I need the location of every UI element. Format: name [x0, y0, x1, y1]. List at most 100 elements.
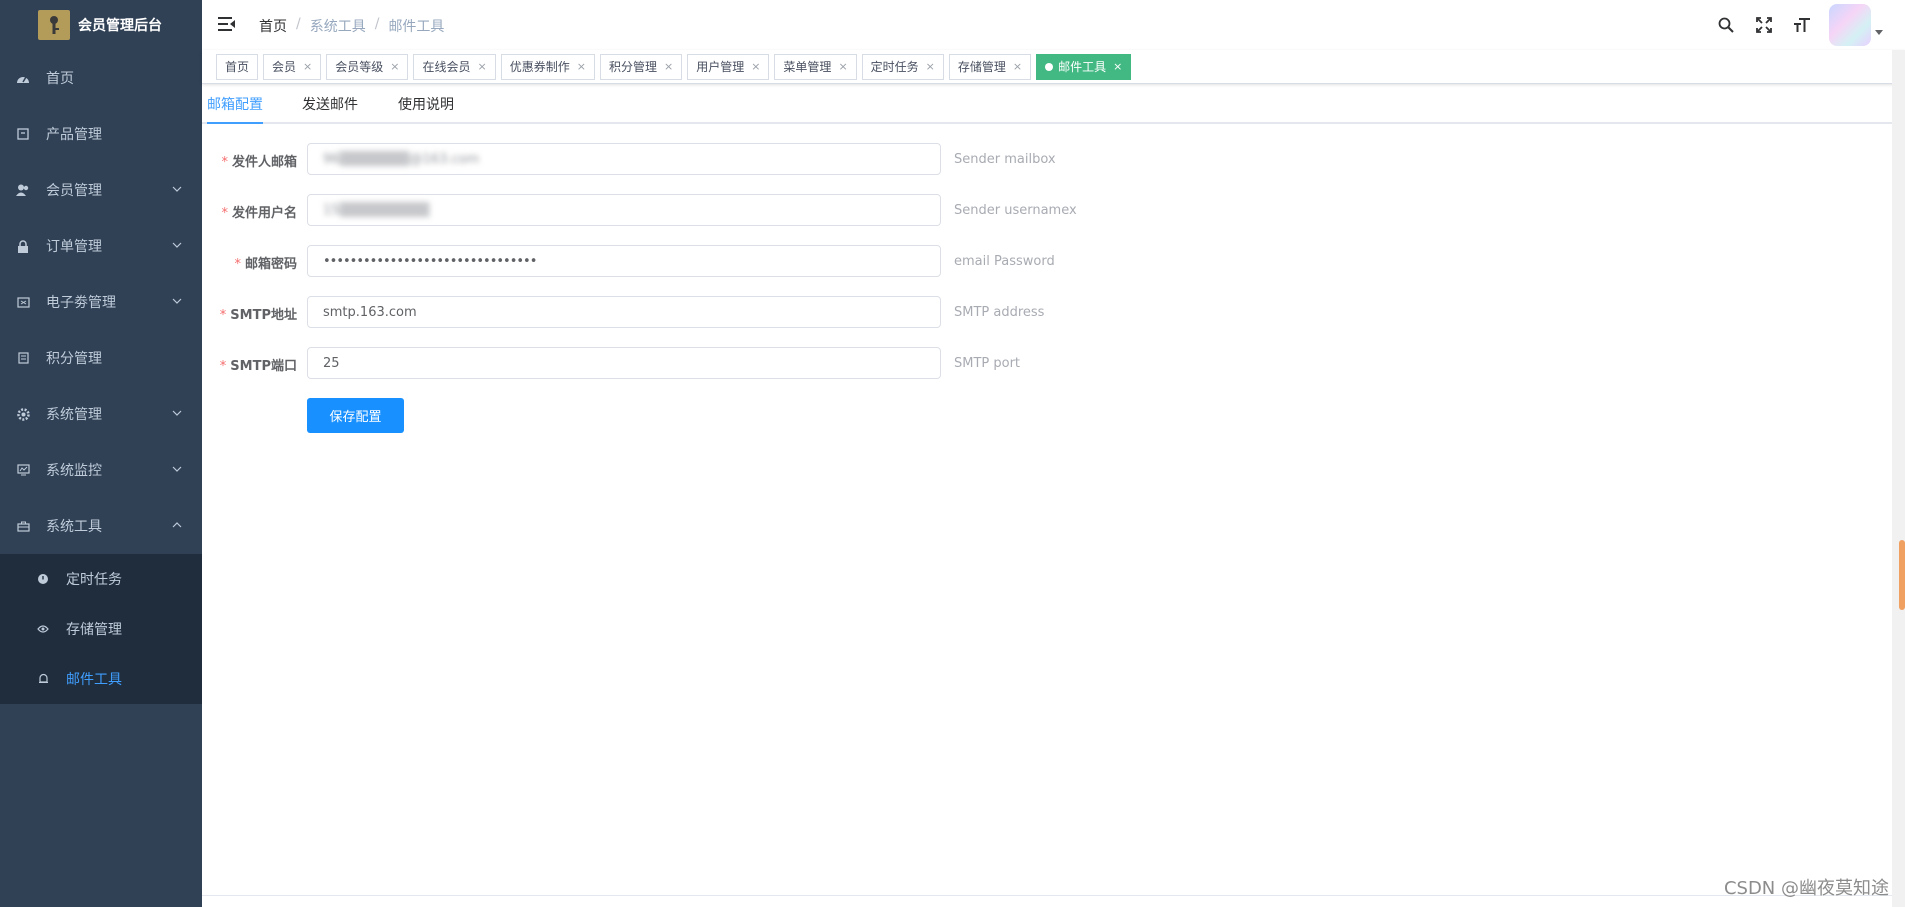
sidebar-item-monitor[interactable]: 系统监控	[0, 442, 202, 498]
field-hint: email Password	[954, 254, 1055, 269]
sidebar-item-tools[interactable]: 系统工具	[0, 498, 202, 554]
field-label-text: 邮箱密码	[244, 257, 297, 272]
field-label: * 发件用户名	[202, 202, 297, 221]
watermark: CSDN @幽夜莫知途	[1723, 878, 1889, 899]
tag-label: 存储管理	[957, 60, 1006, 74]
smtp-address-input[interactable]: smtp.163.com	[307, 296, 941, 328]
tag-menu[interactable]: 菜单管理 ×	[774, 53, 857, 80]
sidebar-subitem-label: 定时任务	[66, 572, 122, 588]
tag-label: 菜单管理	[783, 60, 832, 74]
field-label: * 邮箱密码	[202, 253, 297, 272]
save-config-button[interactable]: 保存配置	[307, 398, 404, 433]
avatar[interactable]	[1829, 4, 1871, 46]
tab-usage[interactable]: 使用说明	[398, 94, 454, 124]
field-label-text: 发件用户名	[231, 206, 297, 221]
app-logo[interactable]: 会员管理后台	[0, 0, 202, 50]
close-icon[interactable]: ×	[751, 60, 760, 73]
fullscreen-icon[interactable]	[1745, 0, 1783, 50]
field-hint: SMTP port	[954, 356, 1021, 371]
tag-online-member[interactable]: 在线会员 ×	[413, 53, 496, 80]
input-value: 25	[323, 355, 340, 371]
close-icon[interactable]: ×	[838, 60, 847, 73]
sidebar-subitem-mail[interactable]: 邮件工具	[0, 654, 202, 704]
close-icon[interactable]: ×	[664, 60, 673, 73]
storage-icon	[36, 622, 50, 636]
toolbox-icon	[16, 519, 30, 533]
field-hint: SMTP address	[954, 305, 1045, 320]
sidebar-item-label: 电子劵管理	[46, 295, 116, 311]
tag-mail[interactable]: 邮件工具 ×	[1036, 53, 1132, 80]
tag-label: 用户管理	[696, 60, 745, 74]
breadcrumb-item-tools: 系统工具	[309, 19, 366, 35]
tab-send-mail[interactable]: 发送邮件	[302, 94, 358, 124]
chevron-down-icon	[172, 186, 182, 192]
close-icon[interactable]: ×	[303, 60, 312, 73]
scroll-thumb[interactable]	[1899, 540, 1905, 610]
sidebar-item-home[interactable]: 首页	[0, 50, 202, 106]
input-value: 15▒▒▒▒▒▒▒▒▒	[323, 202, 430, 218]
scrollbar[interactable]	[1892, 50, 1905, 907]
tab-mail-config[interactable]: 邮箱配置	[207, 94, 263, 124]
hamburger-icon[interactable]	[218, 16, 236, 36]
tag-member[interactable]: 会员 ×	[263, 53, 322, 80]
gear-icon	[16, 407, 30, 421]
close-icon[interactable]: ×	[478, 60, 487, 73]
search-icon[interactable]	[1707, 0, 1745, 50]
sidebar-subitem-timer[interactable]: 定时任务	[0, 554, 202, 604]
close-icon[interactable]: ×	[1113, 60, 1122, 73]
tag-member-level[interactable]: 会员等级 ×	[326, 53, 409, 80]
caret-down-icon[interactable]	[1875, 29, 1883, 35]
required-mark: *	[221, 206, 228, 221]
sidebar-subitem-storage[interactable]: 存储管理	[0, 604, 202, 654]
sidebar-item-label: 订单管理	[46, 239, 102, 255]
breadcrumb-item-current: 邮件工具	[388, 19, 445, 35]
required-mark: *	[221, 155, 228, 170]
chevron-down-icon	[172, 242, 182, 248]
chevron-up-icon	[172, 522, 182, 528]
close-icon[interactable]: ×	[926, 60, 935, 73]
timer-icon	[36, 572, 50, 586]
input-value: 96▒▒▒▒▒▒▒@163.com	[323, 151, 480, 167]
tab-bar: 邮箱配置 发送邮件 使用说明	[202, 86, 1892, 124]
tag-points[interactable]: 积分管理 ×	[599, 53, 683, 80]
sidebar-item-coupon[interactable]: 电子劵管理	[0, 274, 202, 330]
sidebar-item-label: 系统监控	[46, 463, 102, 479]
tag-home[interactable]: 首页	[216, 53, 259, 80]
coupon-icon	[16, 295, 30, 309]
smtp-port-input[interactable]: 25	[307, 347, 941, 379]
close-icon[interactable]: ×	[1013, 60, 1022, 73]
close-icon[interactable]: ×	[390, 60, 399, 73]
tag-storage[interactable]: 存储管理 ×	[948, 53, 1032, 80]
breadcrumb: 首页 / 系统工具 / 邮件工具	[259, 16, 444, 36]
form-row-sender-user: * 发件用户名 15▒▒▒▒▒▒▒▒▒ Sender usernamex	[202, 194, 1102, 226]
tag-user[interactable]: 用户管理 ×	[687, 53, 770, 80]
font-size-icon[interactable]	[1783, 0, 1821, 50]
form-row-sender-mail: * 发件人邮箱 96▒▒▒▒▒▒▒@163.com Sender mailbox	[202, 143, 1102, 175]
tag-label: 会员等级	[335, 60, 384, 74]
sidebar-item-order[interactable]: 订单管理	[0, 218, 202, 274]
sender-username-input[interactable]: 15▒▒▒▒▒▒▒▒▒	[307, 194, 941, 226]
points-icon	[16, 351, 30, 365]
field-label-text: 发件人邮箱	[231, 155, 297, 170]
chevron-down-icon	[172, 466, 182, 472]
sidebar-item-label: 积分管理	[46, 351, 102, 367]
field-hint: Sender usernamex	[954, 203, 1077, 218]
breadcrumb-item-home[interactable]: 首页	[259, 16, 287, 36]
sidebar-item-label: 系统工具	[46, 519, 102, 535]
sidebar-item-points[interactable]: 积分管理	[0, 330, 202, 386]
password-input[interactable]: ••••••••••••••••••••••••••••••••	[307, 245, 941, 277]
logo-icon	[38, 10, 70, 40]
chevron-down-icon	[172, 410, 182, 416]
sidebar-item-product[interactable]: 产品管理	[0, 106, 202, 162]
sidebar-item-label: 首页	[46, 71, 74, 87]
tag-timer[interactable]: 定时任务 ×	[861, 53, 944, 80]
sidebar-item-system[interactable]: 系统管理	[0, 386, 202, 442]
tag-label: 优惠券制作	[509, 60, 570, 74]
sender-mail-input[interactable]: 96▒▒▒▒▒▒▒@163.com	[307, 143, 941, 175]
close-icon[interactable]: ×	[577, 60, 586, 73]
field-label: * SMTP地址	[202, 304, 297, 323]
tag-coupon[interactable]: 优惠券制作 ×	[500, 53, 595, 80]
chevron-down-icon	[172, 298, 182, 304]
field-hint: Sender mailbox	[954, 152, 1056, 167]
sidebar-item-member[interactable]: 会员管理	[0, 162, 202, 218]
